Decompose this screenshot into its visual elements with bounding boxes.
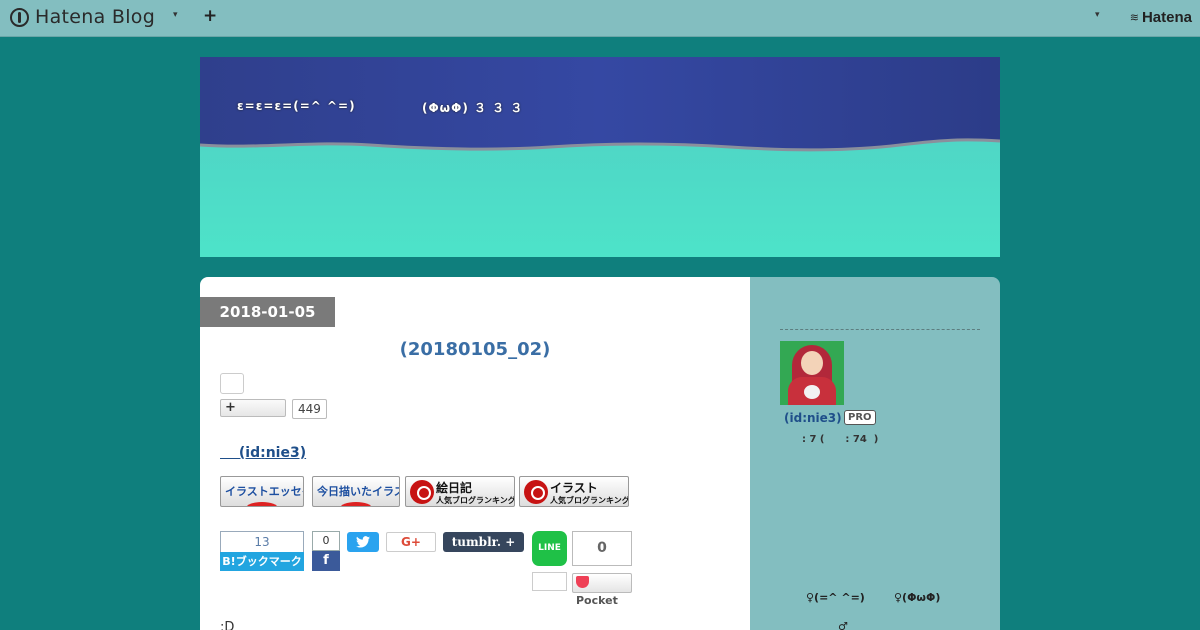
profile-avatar[interactable] [780, 341, 844, 405]
pocket-save-button[interactable]: Pocket [572, 573, 632, 607]
pocket-label: Pocket [576, 594, 618, 607]
blog-ranking-logo-icon [410, 480, 434, 504]
ranking-label: イラストエッセイ [225, 485, 303, 498]
profile-nickname-2: ♀(ΦωΦ) [894, 591, 941, 604]
ranking-label: 今日描いたイラスト [317, 485, 399, 498]
ranking-main-label: 絵日記 [436, 481, 473, 495]
star-count: 449 [292, 399, 327, 419]
add-star-button[interactable]: + [220, 399, 286, 417]
hatena-home-link[interactable]: ≋ Hatena [1130, 9, 1192, 26]
facebook-icon: f [312, 551, 340, 571]
twitter-bird-icon [356, 536, 370, 548]
entry-date[interactable]: 2018-01-05 [200, 297, 335, 327]
entry-title[interactable]: (20180105_02) [200, 339, 750, 360]
ranking-sub-label: 人気ブログランキング [550, 496, 629, 505]
account-menu-chevron-down-icon[interactable]: ▾ [1095, 10, 1100, 20]
author-link[interactable]: (id:nie3) [220, 442, 306, 462]
brand-menu-chevron-down-icon[interactable]: ▾ [173, 10, 178, 20]
ranking-button-illust[interactable]: イラスト 人気ブログランキング [519, 476, 629, 507]
hatena-global-header: Hatena Blog ▾ + ▾ ≋ Hatena [0, 0, 1200, 37]
blog-header-banner[interactable]: ε=ε=ε=(=^ ^=) (ΦωΦ) ３ ３ ３ [200, 57, 1000, 257]
ranking-main-label: イラスト [550, 481, 598, 495]
hatena-mark-icon: ≋ [1129, 11, 1139, 24]
ranking-badge-icon [340, 502, 372, 506]
pocket-count: 0 [572, 531, 632, 566]
banner-illustration [200, 57, 1000, 257]
profile-nickname-1: ♀(=^ ^=) [806, 591, 865, 604]
twitter-share-button[interactable] [347, 532, 379, 552]
hatena-bookmark-button[interactable]: 13 B!ブックマーク [220, 531, 304, 571]
line-share-button[interactable]: LINE [532, 531, 567, 566]
profile-user-id-link[interactable]: (id:nie3) [784, 411, 842, 425]
ranking-button-picture-diary[interactable]: 絵日記 人気ブログランキング [405, 476, 515, 507]
create-post-plus-icon[interactable]: + [203, 6, 217, 26]
line-count-box [532, 572, 567, 591]
hatena-blog-logo[interactable]: Hatena Blog [10, 6, 155, 28]
google-plus-share-button[interactable]: G+ [386, 532, 436, 552]
tumblr-share-button[interactable]: tumblr. + [443, 532, 524, 552]
ranking-badge-icon [246, 502, 278, 506]
blog-ranking-logo-icon [524, 480, 548, 504]
ranking-button-illust-essay[interactable]: イラストエッセイ [220, 476, 304, 507]
hatena-star-box[interactable] [220, 373, 244, 394]
ranking-sub-label: 人気ブログランキング [436, 496, 515, 505]
blog-title-right: (ΦωΦ) ３ ３ ３ [422, 101, 524, 115]
sidebar-profile: (id:nie3) PRO : 7 ( : 74 ) ♀(=^ ^=) ♀(Φω… [750, 277, 1000, 630]
brand-name: Hatena Blog [35, 6, 156, 28]
profile-symbol: ♂ [838, 620, 848, 630]
bookmark-label: B!ブックマーク [220, 552, 304, 571]
facebook-share-button[interactable]: 0 f [312, 531, 340, 571]
pocket-icon [576, 576, 589, 588]
facebook-count: 0 [312, 531, 340, 551]
blog-title-left: ε=ε=ε=(=^ ^=) [237, 99, 356, 113]
hatena-brand: Hatena [1141, 9, 1192, 26]
ranking-button-todays-illust[interactable]: 今日描いたイラスト [312, 476, 400, 507]
entry-article: 2018-01-05 (20180105_02) + 449 (id:nie3)… [200, 277, 750, 630]
pro-badge: PRO [844, 410, 876, 425]
entry-body-text: :D [220, 620, 235, 630]
hatena-blog-logo-icon [10, 7, 29, 27]
sidebar-divider [780, 329, 980, 330]
bookmark-count: 13 [220, 531, 304, 552]
profile-stats: : 7 ( : 74 ) [802, 434, 879, 445]
